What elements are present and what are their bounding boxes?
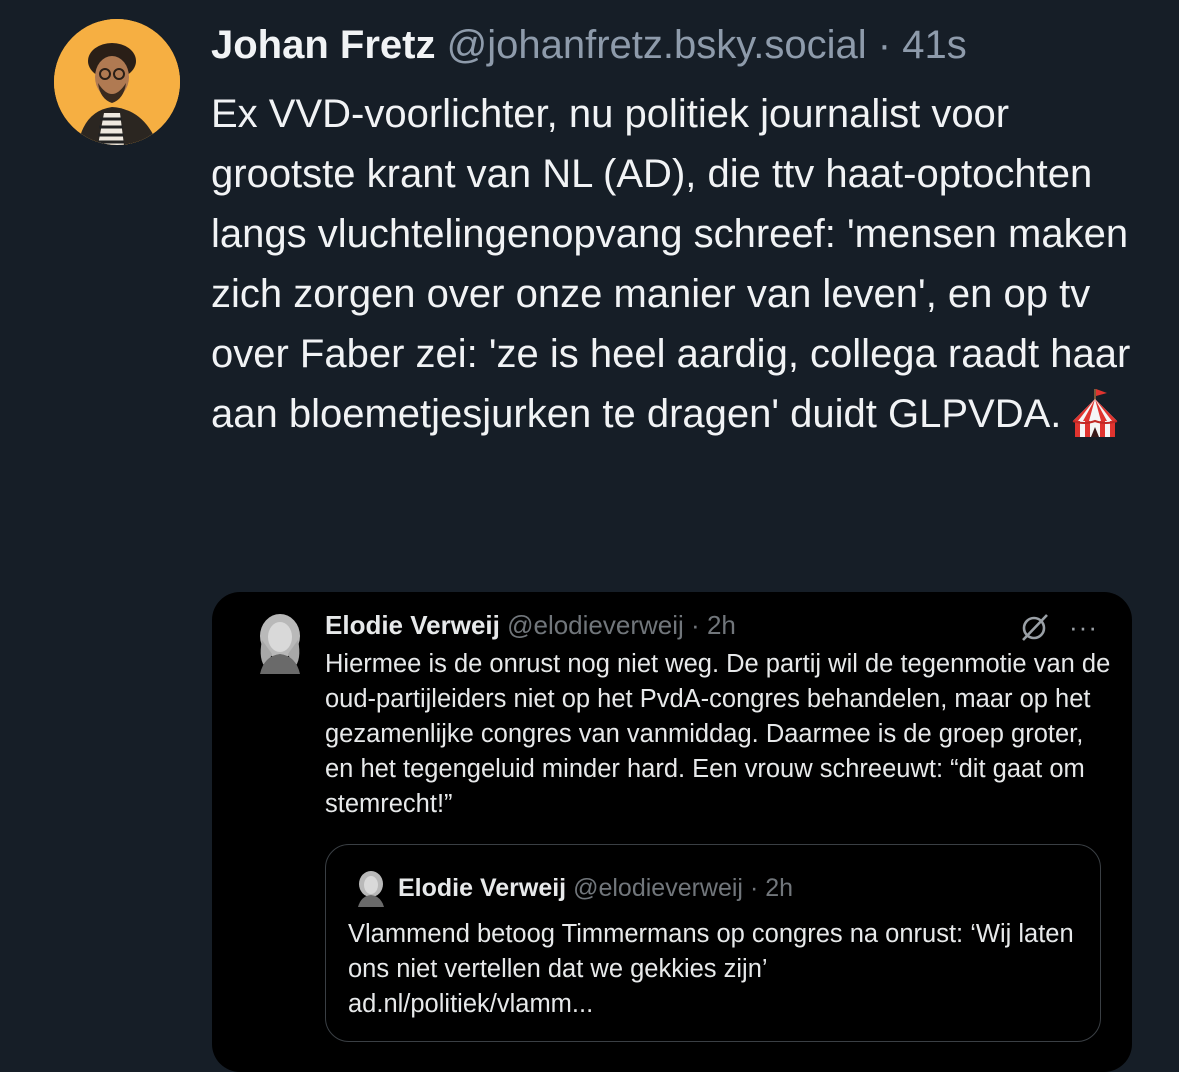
author-avatar[interactable] <box>54 19 180 145</box>
quoted-post-card: Elodie Verweij @elodieverweij · 2h Vlamm… <box>325 844 1101 1042</box>
embed-author-avatar <box>252 610 308 674</box>
embed-text: Hiermee is de onrust nog niet weg. De pa… <box>325 650 1111 818</box>
embed-actions: ··· <box>1019 612 1098 642</box>
post-timestamp[interactable]: 41s <box>902 23 967 67</box>
quoted-text: Vlammend betoog Timmermans op congres na… <box>348 920 1074 983</box>
quoted-timestamp: 2h <box>765 874 794 902</box>
quoted-header: Elodie Verweij @elodieverweij · 2h <box>398 871 793 905</box>
embed-header: Elodie Verweij @elodieverweij · 2h <box>325 608 736 642</box>
embed-separator: · <box>691 610 700 640</box>
more-options-icon: ··· <box>1069 612 1098 642</box>
post-text-content: Ex VVD-voorlichter, nu politiek journali… <box>211 92 1131 436</box>
quoted-author-name: Elodie Verweij <box>398 874 567 902</box>
author-name[interactable]: Johan Fretz <box>211 23 435 67</box>
quoted-separator: · <box>749 874 759 902</box>
quoted-author-handle: @elodieverweij <box>573 874 743 902</box>
header-separator: · <box>877 23 892 67</box>
quoted-text-block: Vlammend betoog Timmermans op congres na… <box>348 917 1078 1022</box>
post-text: Ex VVD-voorlichter, nu politiek journali… <box>211 84 1151 444</box>
embed-author-handle: @elodieverweij <box>507 610 684 640</box>
embed-author-name: Elodie Verweij <box>325 610 500 640</box>
quoted-author-avatar <box>354 869 388 907</box>
circus-tent-icon <box>1067 385 1123 441</box>
quoted-link: ad.nl/politiek/vlamm... <box>348 990 594 1018</box>
author-avatar-image <box>54 19 180 145</box>
embed-timestamp: 2h <box>706 610 736 640</box>
author-handle[interactable]: @johanfretz.bsky.social <box>447 23 867 67</box>
post-header: Johan Fretz @johanfretz.bsky.social · 41… <box>211 20 967 70</box>
grok-icon <box>1019 612 1051 642</box>
embedded-screenshot[interactable]: Elodie Verweij @elodieverweij · 2h ··· H… <box>212 592 1132 1072</box>
